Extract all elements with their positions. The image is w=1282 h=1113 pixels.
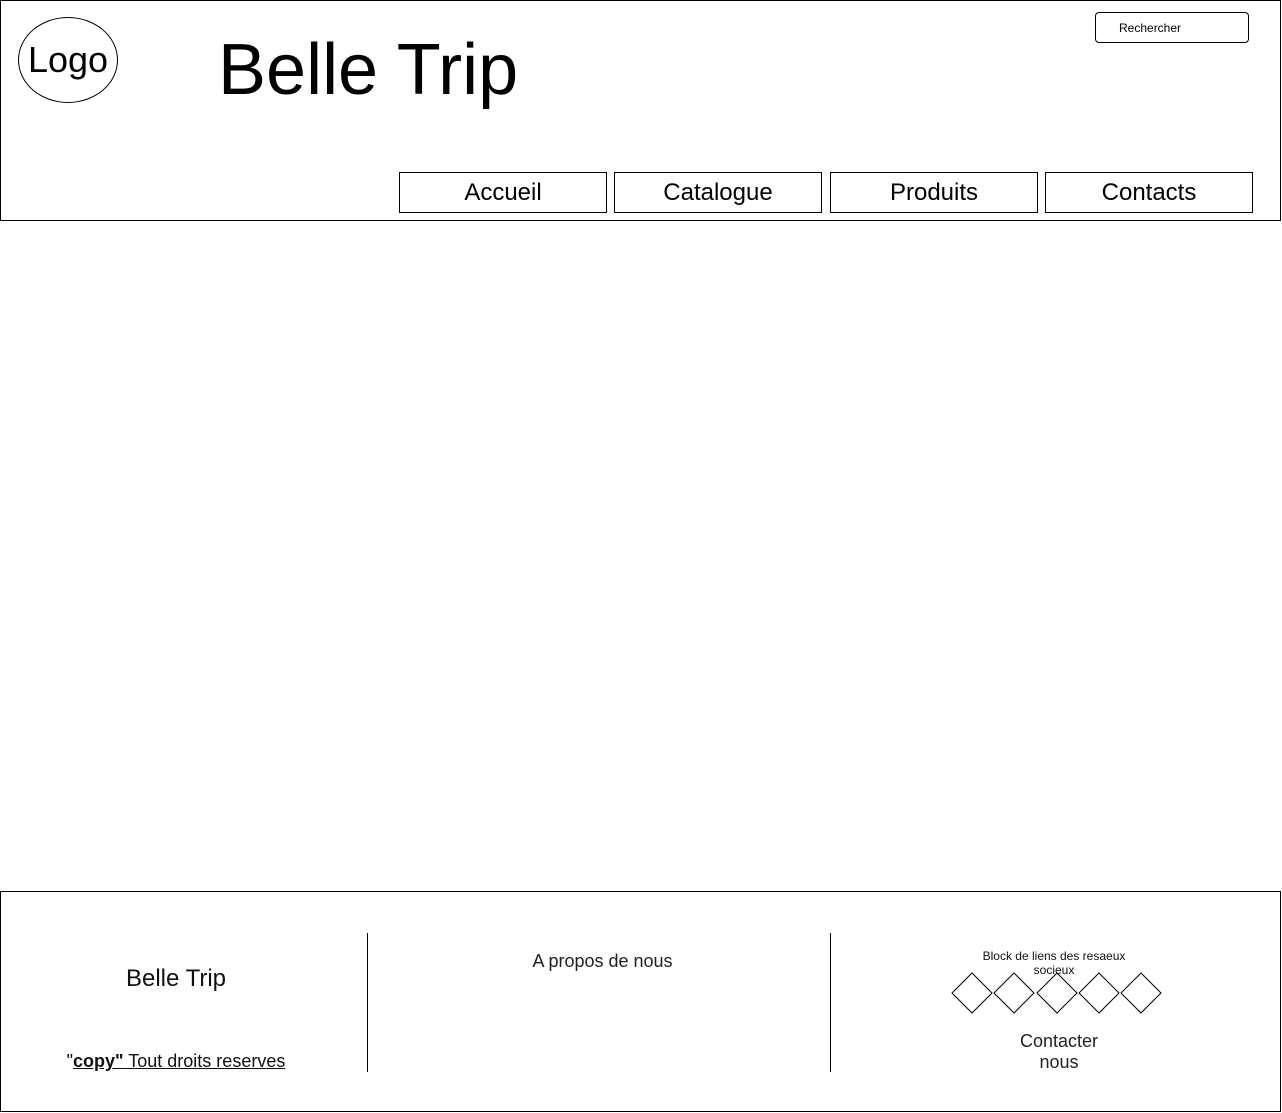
copyright-notice: "copy" Tout droits reserves xyxy=(61,1051,291,1072)
nav-item-accueil[interactable]: Accueil xyxy=(399,172,607,213)
copyright-text: Tout droits reserves xyxy=(123,1051,286,1071)
nav-item-label: Catalogue xyxy=(663,178,773,206)
nav-item-label: Contacts xyxy=(1101,178,1197,206)
nav-item-label: Produits xyxy=(889,178,979,206)
main-content-area xyxy=(0,221,1281,891)
footer-divider xyxy=(367,933,368,1072)
nav-item-produits[interactable]: Produits xyxy=(830,172,1038,213)
site-footer: Belle Trip "copy" Tout droits reserves A… xyxy=(0,891,1281,1112)
nav-item-contacts[interactable]: Contacts xyxy=(1045,172,1253,213)
social-link-icon[interactable] xyxy=(1120,972,1162,1014)
search-input[interactable] xyxy=(1095,12,1249,43)
nav-item-catalogue[interactable]: Catalogue xyxy=(614,172,822,213)
social-link-icon[interactable] xyxy=(993,972,1035,1014)
about-us-link[interactable]: A propos de nous xyxy=(371,951,834,972)
site-title: Belle Trip xyxy=(218,30,519,110)
logo-label: Logo xyxy=(27,39,109,80)
social-link-icon[interactable] xyxy=(1036,972,1078,1014)
site-header: Logo Belle Trip Accueil Catalogue Produi… xyxy=(0,0,1281,221)
logo[interactable]: Logo xyxy=(18,17,118,103)
copyright-bold: copy" xyxy=(73,1051,124,1071)
contact-us-link[interactable]: Contacter nous xyxy=(1009,1031,1109,1073)
footer-title: Belle Trip xyxy=(125,965,227,992)
social-links-block xyxy=(951,972,1163,1014)
social-link-icon[interactable] xyxy=(1078,972,1120,1014)
social-link-icon[interactable] xyxy=(951,972,993,1014)
nav-item-label: Accueil xyxy=(464,178,542,206)
